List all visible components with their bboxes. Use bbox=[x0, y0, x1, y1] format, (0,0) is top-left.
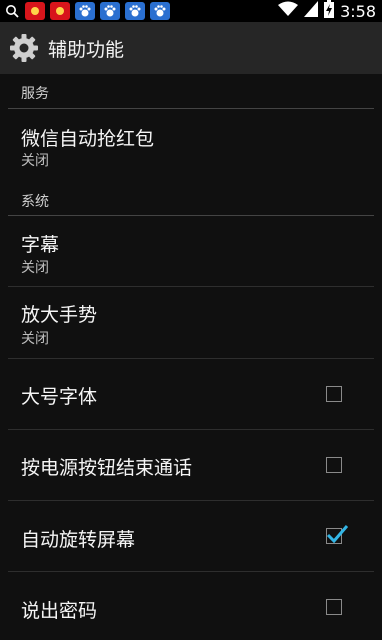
pref-magnification-gestures[interactable]: 放大手势 关闭 bbox=[0, 288, 382, 359]
pref-title: 说出密码 bbox=[21, 600, 98, 622]
list-divider bbox=[8, 286, 374, 287]
large-text-checkbox[interactable] bbox=[326, 386, 342, 402]
search-icon bbox=[4, 2, 20, 20]
pref-auto-rotate-screen[interactable]: 自动旋转屏幕 bbox=[0, 501, 382, 572]
pref-summary: 关闭 bbox=[21, 331, 49, 347]
pref-title: 微信自动抢红包 bbox=[21, 128, 155, 150]
pref-title: 按电源按钮结束通话 bbox=[21, 457, 193, 479]
pref-captions[interactable]: 字幕 关闭 bbox=[0, 216, 382, 287]
auto-rotate-checkbox[interactable] bbox=[326, 525, 348, 544]
power-button-ends-call-checkbox[interactable] bbox=[326, 457, 342, 473]
battery-charging-icon bbox=[324, 0, 335, 22]
pref-title: 自动旋转屏幕 bbox=[21, 529, 136, 551]
pref-speak-passwords[interactable]: 说出密码 bbox=[0, 572, 382, 640]
pref-power-button-ends-call[interactable]: 按电源按钮结束通话 bbox=[0, 430, 382, 501]
action-bar: 辅助功能 bbox=[0, 22, 382, 74]
section-label: 系统 bbox=[21, 194, 49, 210]
baidu-icon bbox=[75, 2, 95, 20]
wifi-icon bbox=[278, 1, 299, 21]
pref-wechat-red-packet[interactable]: 微信自动抢红包 关闭 bbox=[0, 110, 382, 185]
baidu-icon bbox=[150, 2, 170, 20]
status-bar: 3:58 bbox=[0, 0, 382, 22]
pref-title: 大号字体 bbox=[21, 386, 98, 408]
pref-summary: 关闭 bbox=[21, 153, 49, 169]
red-envelope-icon bbox=[50, 2, 70, 20]
section-divider bbox=[8, 108, 374, 109]
pref-summary: 关闭 bbox=[21, 260, 49, 276]
red-envelope-icon bbox=[25, 2, 45, 20]
settings-gear-icon[interactable] bbox=[9, 33, 39, 63]
page-title: 辅助功能 bbox=[48, 38, 125, 61]
clock: 3:58 bbox=[340, 1, 376, 21]
speak-passwords-checkbox[interactable] bbox=[326, 599, 342, 615]
pref-title: 放大手势 bbox=[21, 304, 98, 326]
section-label: 服务 bbox=[21, 86, 49, 102]
checkmark-icon bbox=[326, 525, 348, 544]
section-header-services: 服务 bbox=[0, 74, 382, 110]
pref-large-text[interactable]: 大号字体 bbox=[0, 359, 382, 430]
baidu-icon bbox=[125, 2, 145, 20]
pref-title: 字幕 bbox=[21, 234, 60, 256]
signal-icon bbox=[304, 1, 319, 21]
baidu-icon bbox=[100, 2, 120, 20]
